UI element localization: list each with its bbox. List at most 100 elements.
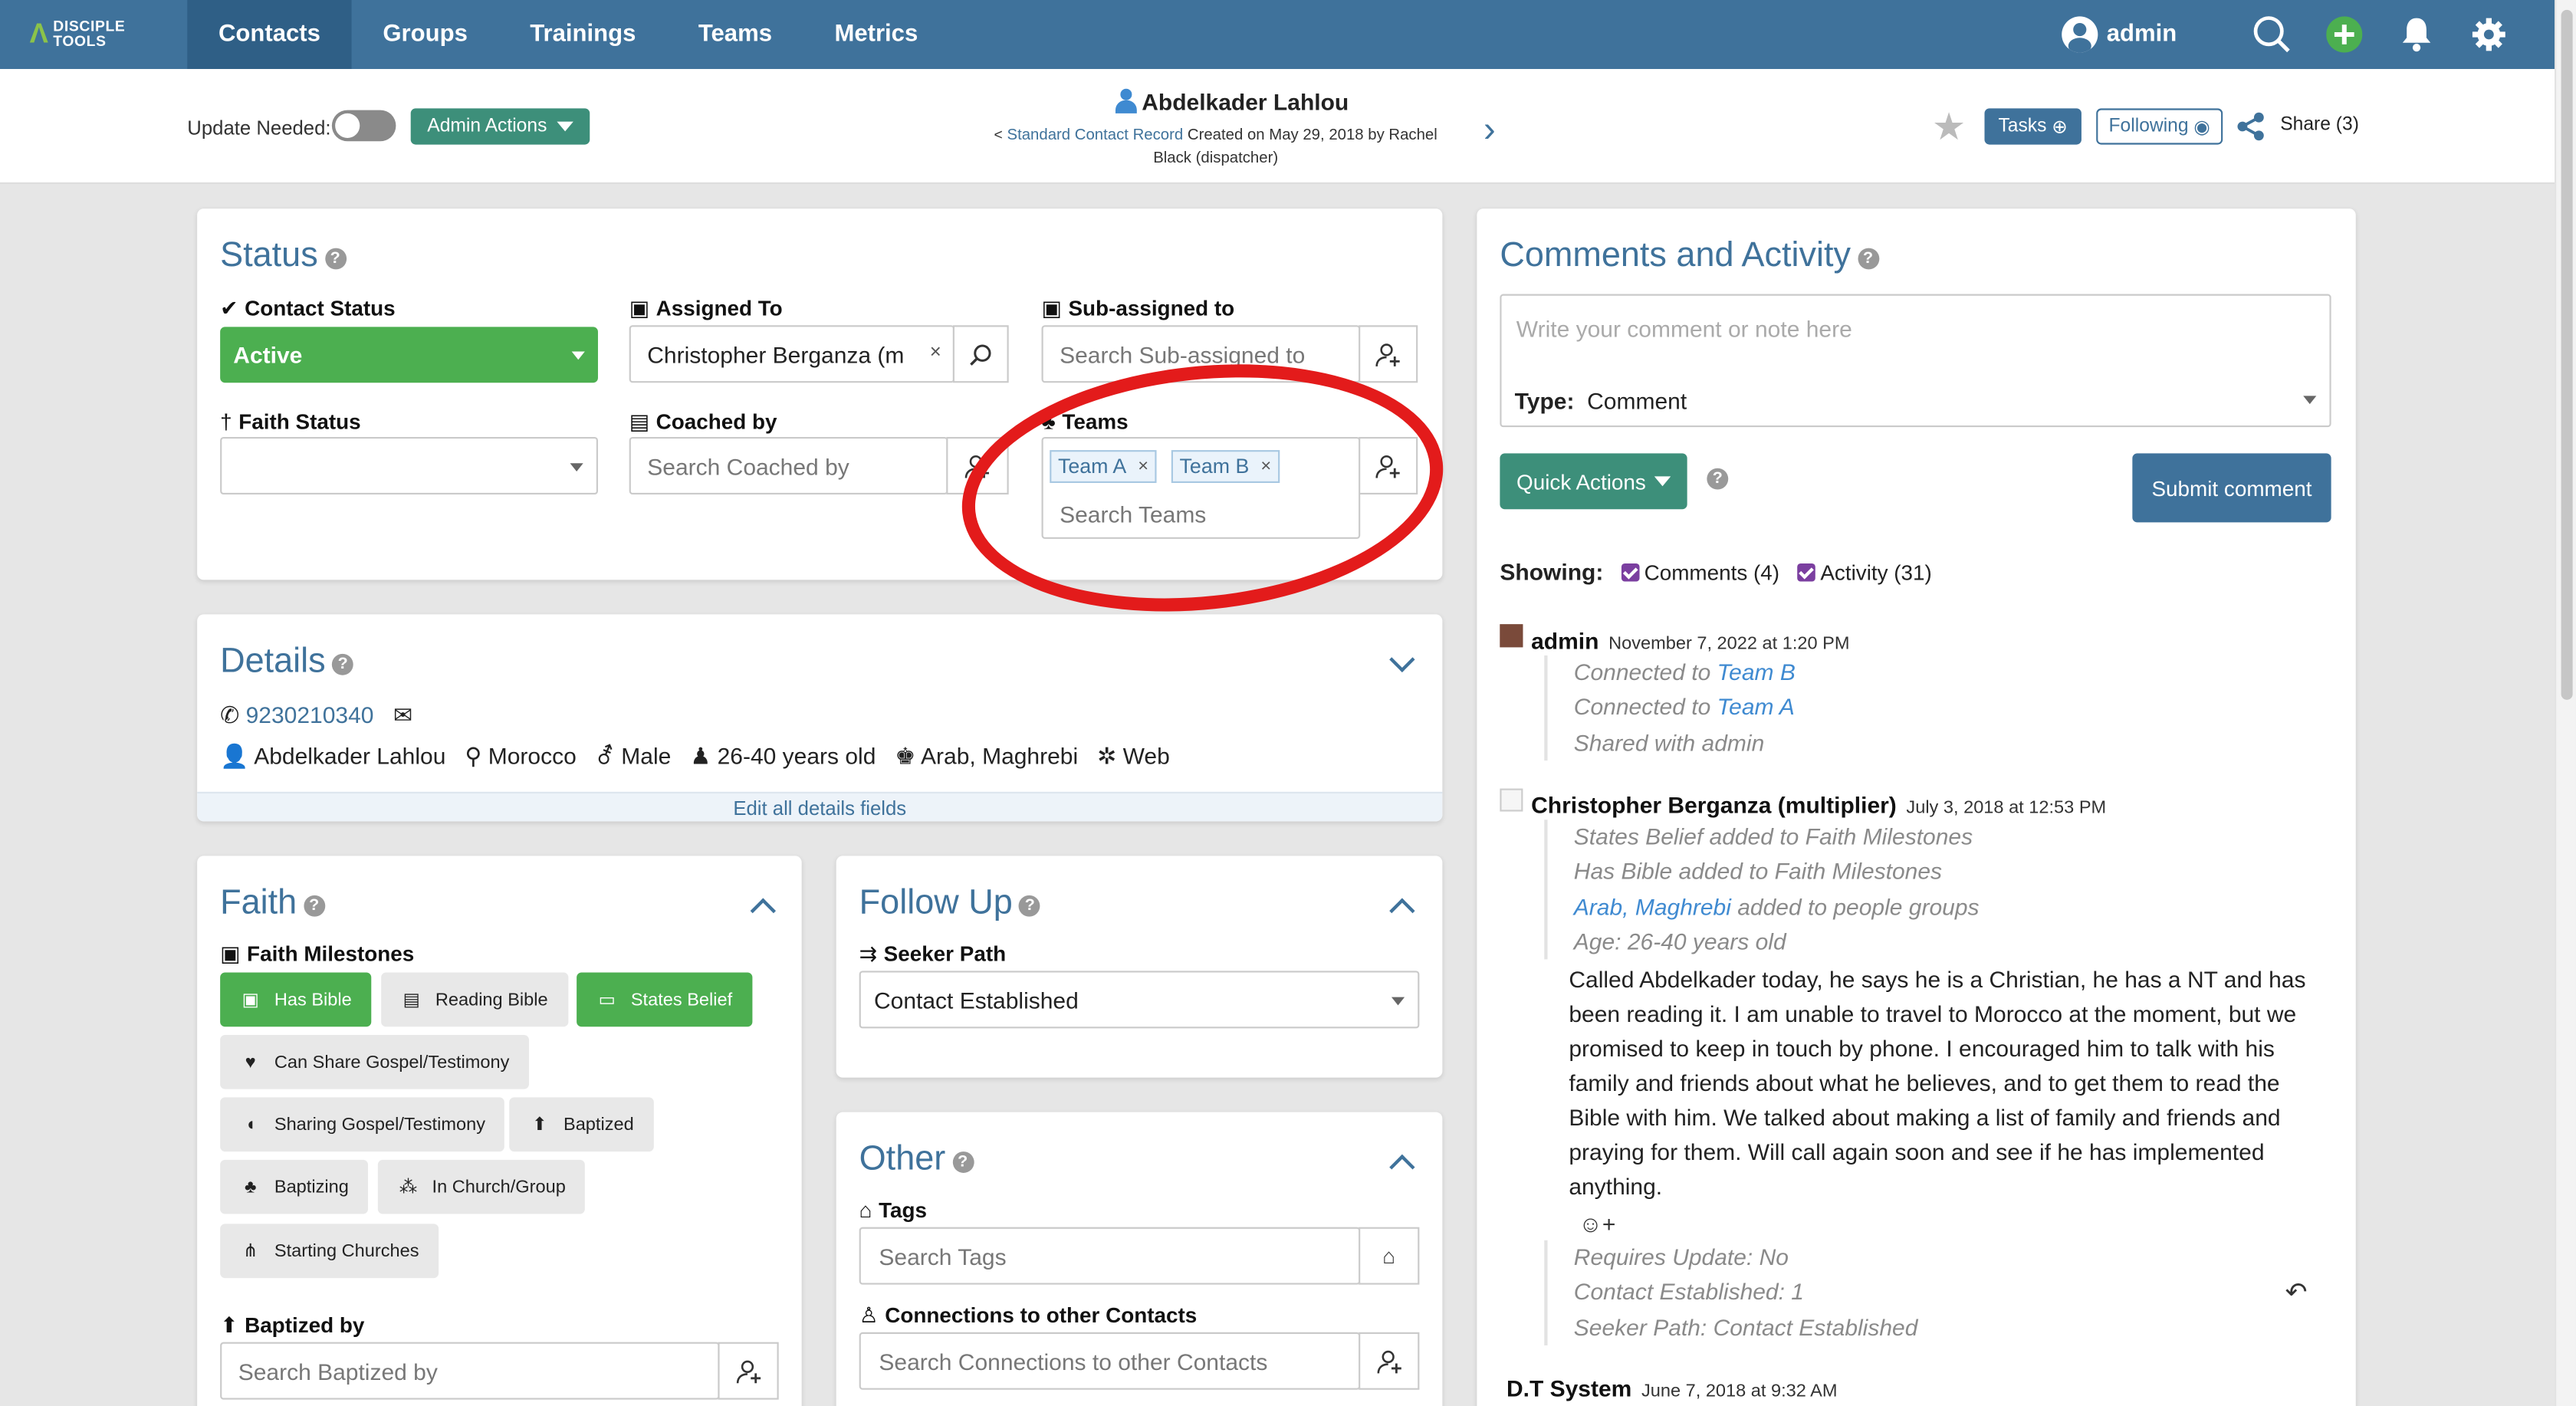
collapse-chevron-icon[interactable] [1389, 1154, 1415, 1181]
milestone-can-share-gospel[interactable]: ♥ Can Share Gospel/Testimony [220, 1034, 530, 1089]
help-icon[interactable]: ? [1707, 468, 1729, 490]
nav-teams[interactable]: Teams [667, 0, 803, 69]
team-link[interactable]: Team B [1717, 659, 1796, 685]
favorite-star-icon[interactable]: ★ [1932, 105, 1966, 149]
help-icon[interactable]: ? [324, 248, 347, 270]
milestone-reading-bible[interactable]: ▤ Reading Bible [381, 972, 568, 1027]
quick-actions-button[interactable]: Quick Actions [1500, 453, 1687, 510]
baptized-icon: ⬆ [532, 1115, 547, 1135]
disciple-tools-logo[interactable]: Λ DISCIPLE TOOLS [0, 0, 187, 69]
person-icon [1115, 88, 1137, 113]
activity-item: Seeker Path: Contact Established [1573, 1313, 1918, 1340]
speech-bubble-icon: ▭ [598, 990, 616, 1010]
notifications-bell-icon[interactable] [2397, 15, 2436, 54]
details-card: Details? ✆ 9230210340 ✉ 👤 Abdelkader Lah… [197, 614, 1443, 822]
assigned-badge-icon: ▣ [629, 295, 650, 320]
share-icon[interactable] [2236, 112, 2266, 142]
page-scrollbar[interactable] [2555, 0, 2576, 1406]
help-icon[interactable]: ? [951, 1151, 974, 1173]
other-title: Other? [859, 1140, 974, 1179]
nav-metrics[interactable]: Metrics [803, 0, 949, 69]
nav-groups[interactable]: Groups [352, 0, 499, 69]
following-button[interactable]: Following ◉ [2096, 108, 2223, 145]
search-icon[interactable] [2252, 15, 2292, 54]
assigned-to-field[interactable]: Christopher Berganza (m × [629, 325, 955, 383]
faith-milestones-label: ▣ Faith Milestones [220, 941, 415, 966]
connections-add-button[interactable] [1359, 1332, 1420, 1390]
chevron-down-icon [557, 121, 573, 132]
activity-author: Christopher Berganza (multiplier) July 3… [1531, 791, 2107, 819]
activity-author: D.T System June 7, 2018 at 9:32 AM [1506, 1375, 1838, 1401]
starting-churches-icon: ⋔ [242, 1241, 258, 1262]
milestone-baptized[interactable]: ⬆ Baptized [509, 1097, 654, 1152]
baptized-icon: ⬆ [220, 1312, 238, 1338]
help-icon[interactable]: ? [332, 653, 354, 675]
sub-assigned-add-button[interactable] [1359, 325, 1418, 383]
user-name[interactable]: admin [2107, 21, 2177, 48]
tags-input[interactable]: Search Tags [859, 1227, 1361, 1285]
faith-card: Faith? ▣ Faith Milestones ▣ Has Bible ▤ Rea… [197, 856, 802, 1406]
people-group-link[interactable]: Arab, Maghrebi [1574, 893, 1731, 919]
logo-mark-icon: Λ [29, 18, 48, 50]
admin-actions-button[interactable]: Admin Actions [410, 108, 590, 145]
share-gospel-icon: ♥ [245, 1052, 256, 1073]
milestone-sharing-gospel[interactable]: ◖ Sharing Gospel/Testimony [220, 1097, 505, 1152]
baptized-by-add-button[interactable] [718, 1342, 779, 1400]
faith-status-select[interactable] [220, 436, 598, 494]
nav-contacts[interactable]: Contacts [187, 0, 352, 69]
connections-input[interactable]: Search Connections to other Contacts [859, 1332, 1361, 1390]
collapse-chevron-icon[interactable] [750, 898, 776, 924]
help-icon[interactable]: ? [303, 895, 325, 917]
activity-item: Has Bible added to Faith Milestones [1573, 858, 1943, 885]
name-icon: 👤 [220, 742, 249, 769]
comment-type-select[interactable]: Type: Comment [1515, 388, 1687, 414]
phone-link[interactable]: 9230210340 [246, 701, 374, 728]
avatar [1500, 624, 1523, 648]
nav-trainings[interactable]: Trainings [499, 0, 668, 69]
assigned-to-label: ▣ Assigned To [629, 295, 783, 320]
cross-icon: † [220, 409, 232, 434]
submit-comment-button[interactable]: Submit comment [2132, 453, 2331, 523]
collapse-chevron-icon[interactable] [1389, 898, 1415, 924]
record-type-link[interactable]: Standard Contact Record [1007, 126, 1184, 145]
scrollbar-thumb[interactable] [2561, 9, 2573, 700]
help-icon[interactable]: ? [1857, 248, 1879, 270]
contact-status-select[interactable]: Active [220, 327, 598, 383]
check-circle-icon: ✔ [220, 295, 238, 320]
comment-input[interactable]: Write your comment or note here Type: Co… [1500, 294, 2331, 428]
add-reaction-icon[interactable]: ☺+ [1579, 1211, 1615, 1237]
tasks-button[interactable]: Tasks ⊕ [1984, 108, 2082, 145]
collapse-chevron-icon[interactable] [1389, 646, 1415, 673]
milestone-baptizing[interactable]: ♣ Baptizing [220, 1159, 369, 1214]
update-needed-toggle[interactable] [331, 110, 396, 142]
milestone-starting-churches[interactable]: ⋔ Starting Churches [220, 1224, 439, 1279]
edit-details-link[interactable]: Edit all details fields [197, 791, 1443, 822]
filter-comments-checkbox[interactable]: Comments (4) [1621, 560, 1779, 585]
email-icon[interactable]: ✉ [393, 701, 412, 728]
coached-by-input[interactable]: Search Coached by [629, 436, 948, 494]
user-avatar-icon[interactable] [2062, 16, 2098, 53]
next-record-chevron-icon[interactable]: › [1484, 108, 1496, 151]
milestone-has-bible[interactable]: ▣ Has Bible [220, 972, 372, 1027]
signpost-icon: ⇉ [859, 941, 878, 966]
comments-title: Comments and Activity? [1500, 237, 1879, 276]
milestone-states-belief[interactable]: ▭ States Belief [577, 972, 752, 1027]
whiteboard-icon: ▤ [629, 409, 650, 434]
undo-revert-icon[interactable]: ↶ [2285, 1276, 2308, 1309]
clear-x-icon[interactable]: × [930, 340, 941, 363]
assigned-to-search-button[interactable] [952, 325, 1009, 383]
share-count-label[interactable]: Share (3) [2280, 115, 2359, 135]
record-meta: < Standard Contact Record Created on May… [986, 123, 1446, 171]
help-icon[interactable]: ? [1019, 895, 1041, 917]
settings-gear-icon[interactable] [2469, 15, 2509, 54]
tags-add-button[interactable]: ⌂ [1359, 1227, 1420, 1285]
filter-activity-checkbox[interactable]: Activity (31) [1797, 560, 1932, 585]
chevron-down-icon [570, 462, 583, 471]
team-link[interactable]: Team A [1717, 694, 1795, 720]
milestone-in-church-group[interactable]: ⁂ In Church/Group [377, 1159, 586, 1214]
add-new-icon[interactable] [2325, 15, 2364, 54]
faith-title: Faith? [220, 884, 325, 923]
seeker-path-select[interactable]: Contact Established [859, 971, 1420, 1029]
add-user-icon [735, 1359, 761, 1383]
baptized-by-input[interactable]: Search Baptized by [220, 1342, 720, 1400]
